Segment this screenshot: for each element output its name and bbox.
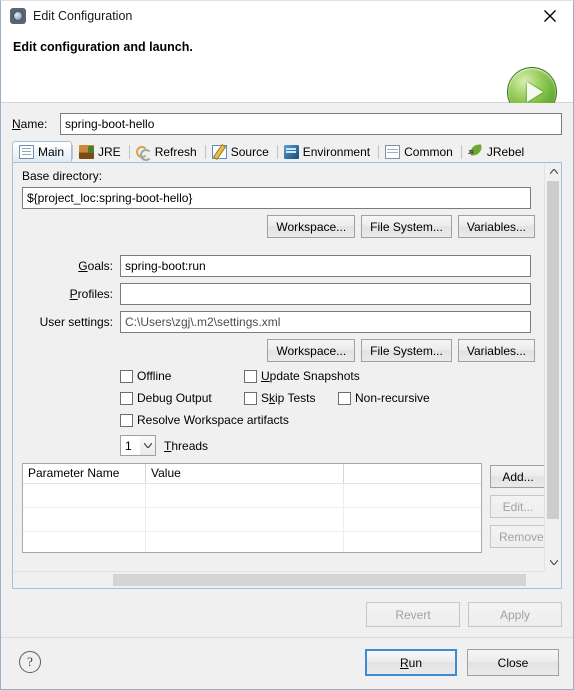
tab-main[interactable]: Main xyxy=(12,141,73,162)
column-header-extra xyxy=(344,464,481,484)
name-input[interactable] xyxy=(60,113,562,135)
refresh-tab-icon xyxy=(135,145,152,161)
tab-bar: Main JRE Refresh Source Environment Comm… xyxy=(12,141,562,163)
revert-apply-row: Revert Apply xyxy=(366,602,562,627)
tab-label: Environment xyxy=(302,145,371,159)
goals-label: Goals: xyxy=(78,259,113,273)
edit-configuration-dialog: Edit Configuration Edit configuration an… xyxy=(0,0,574,690)
page-title: Edit configuration and launch. xyxy=(13,40,193,54)
non-recursive-checkbox[interactable] xyxy=(338,391,351,405)
horizontal-scrollbar-thumb[interactable] xyxy=(113,574,526,586)
user-settings-buttons: Workspace... File System... Variables... xyxy=(267,339,535,362)
base-directory-label: Base directory: xyxy=(22,169,103,183)
table-row[interactable] xyxy=(23,484,481,508)
offline-checkbox[interactable] xyxy=(120,369,133,383)
main-tab-icon xyxy=(19,144,34,159)
main-tab-panel: Base directory: Workspace... File System… xyxy=(12,162,562,589)
edit-parameter-button[interactable]: Edit... xyxy=(490,495,544,518)
dialog-header: Edit configuration and launch. xyxy=(1,31,573,117)
file-system-button-base[interactable]: File System... xyxy=(361,215,452,238)
environment-tab-icon xyxy=(283,145,299,159)
window-title: Edit Configuration xyxy=(33,9,133,23)
tab-environment[interactable]: Environment xyxy=(276,141,378,162)
tab-label: Source xyxy=(230,145,269,159)
common-tab-icon xyxy=(385,145,401,159)
close-button[interactable]: Close xyxy=(467,649,559,676)
update-snapshots-checkbox-row[interactable]: Update Snapshots xyxy=(244,369,360,383)
horizontal-scrollbar[interactable] xyxy=(13,571,544,588)
tab-common[interactable]: Common xyxy=(378,141,461,162)
source-tab-icon xyxy=(211,145,227,159)
non-recursive-checkbox-row[interactable]: Non-recursive xyxy=(338,391,430,405)
variables-button-settings[interactable]: Variables... xyxy=(457,339,535,362)
user-settings-label: User settings: xyxy=(39,315,113,329)
vertical-scrollbar-thumb[interactable] xyxy=(547,181,559,519)
vertical-scrollbar[interactable] xyxy=(544,163,561,571)
resolve-workspace-label: Resolve Workspace artifacts xyxy=(137,413,289,427)
offline-checkbox-row[interactable]: Offline xyxy=(120,369,171,383)
scroll-down-icon[interactable] xyxy=(545,554,561,571)
skip-tests-checkbox[interactable] xyxy=(244,391,257,405)
goals-input[interactable] xyxy=(120,255,531,277)
table-header-row: Parameter Name Value xyxy=(23,464,481,484)
gear-icon xyxy=(10,8,26,24)
table-row[interactable] xyxy=(23,508,481,532)
tab-label: JRE xyxy=(98,145,121,159)
threads-value: 1 xyxy=(125,438,132,453)
apply-button[interactable]: Apply xyxy=(468,602,562,627)
skip-tests-checkbox-row[interactable]: Skip Tests xyxy=(244,391,315,405)
column-header-parameter-name: Parameter Name xyxy=(23,464,146,484)
debug-output-checkbox-row[interactable]: Debug Output xyxy=(120,391,212,405)
main-tab-content: Base directory: Workspace... File System… xyxy=(13,163,544,571)
table-row[interactable] xyxy=(23,532,481,552)
name-row: Name: xyxy=(12,113,562,135)
scroll-up-icon[interactable] xyxy=(545,163,561,180)
tab-label: JRebel xyxy=(486,145,525,159)
variables-button-base[interactable]: Variables... xyxy=(457,215,535,238)
title-bar: Edit Configuration xyxy=(1,1,573,31)
jre-tab-icon xyxy=(79,145,95,159)
parameters-table[interactable]: Parameter Name Value xyxy=(22,463,482,553)
chevron-down-icon[interactable] xyxy=(140,436,155,455)
run-button[interactable]: Run xyxy=(365,649,457,676)
debug-output-label: Debug Output xyxy=(137,391,212,405)
jrebel-tab-icon xyxy=(468,145,483,159)
tab-refresh[interactable]: Refresh xyxy=(128,141,205,162)
name-label: Name: xyxy=(12,117,48,131)
base-directory-input[interactable] xyxy=(22,187,531,209)
workspace-button-base[interactable]: Workspace... xyxy=(267,215,356,238)
update-snapshots-checkbox[interactable] xyxy=(244,369,257,383)
debug-output-checkbox[interactable] xyxy=(120,391,133,405)
dialog-body: Name: Main JRE Refresh Source xyxy=(1,103,573,637)
remove-parameter-button[interactable]: Remove xyxy=(490,525,544,548)
skip-tests-label: Skip Tests xyxy=(261,391,316,405)
tab-jre[interactable]: JRE xyxy=(72,141,129,162)
tab-label: Main xyxy=(38,144,65,159)
file-system-button-settings[interactable]: File System... xyxy=(361,339,452,362)
revert-button[interactable]: Revert xyxy=(366,602,460,627)
threads-label: Threads xyxy=(164,439,209,453)
offline-label: Offline xyxy=(137,369,172,383)
threads-select[interactable]: 1 xyxy=(120,435,156,456)
footer-buttons: Run Close xyxy=(365,649,559,676)
base-directory-buttons: Workspace... File System... Variables... xyxy=(267,215,535,238)
tab-label: Refresh xyxy=(154,145,197,159)
profiles-input[interactable] xyxy=(120,283,531,305)
profiles-label: Profiles: xyxy=(69,287,113,301)
tab-source[interactable]: Source xyxy=(204,141,277,162)
help-icon[interactable]: ? xyxy=(19,651,41,673)
non-recursive-label: Non-recursive xyxy=(355,391,430,405)
user-settings-input[interactable] xyxy=(120,311,531,333)
tab-label: Common xyxy=(404,145,453,159)
column-header-value: Value xyxy=(146,464,344,484)
dialog-footer: ? Run Close xyxy=(1,637,573,689)
add-parameter-button[interactable]: Add... xyxy=(490,465,544,488)
resolve-workspace-checkbox[interactable] xyxy=(120,413,133,427)
scrollbar-corner xyxy=(544,571,561,588)
resolve-workspace-checkbox-row[interactable]: Resolve Workspace artifacts xyxy=(120,413,289,427)
close-icon[interactable] xyxy=(527,1,573,31)
tab-jrebel[interactable]: JRebel xyxy=(460,141,532,162)
update-snapshots-label: Update Snapshots xyxy=(261,369,360,383)
workspace-button-settings[interactable]: Workspace... xyxy=(267,339,356,362)
